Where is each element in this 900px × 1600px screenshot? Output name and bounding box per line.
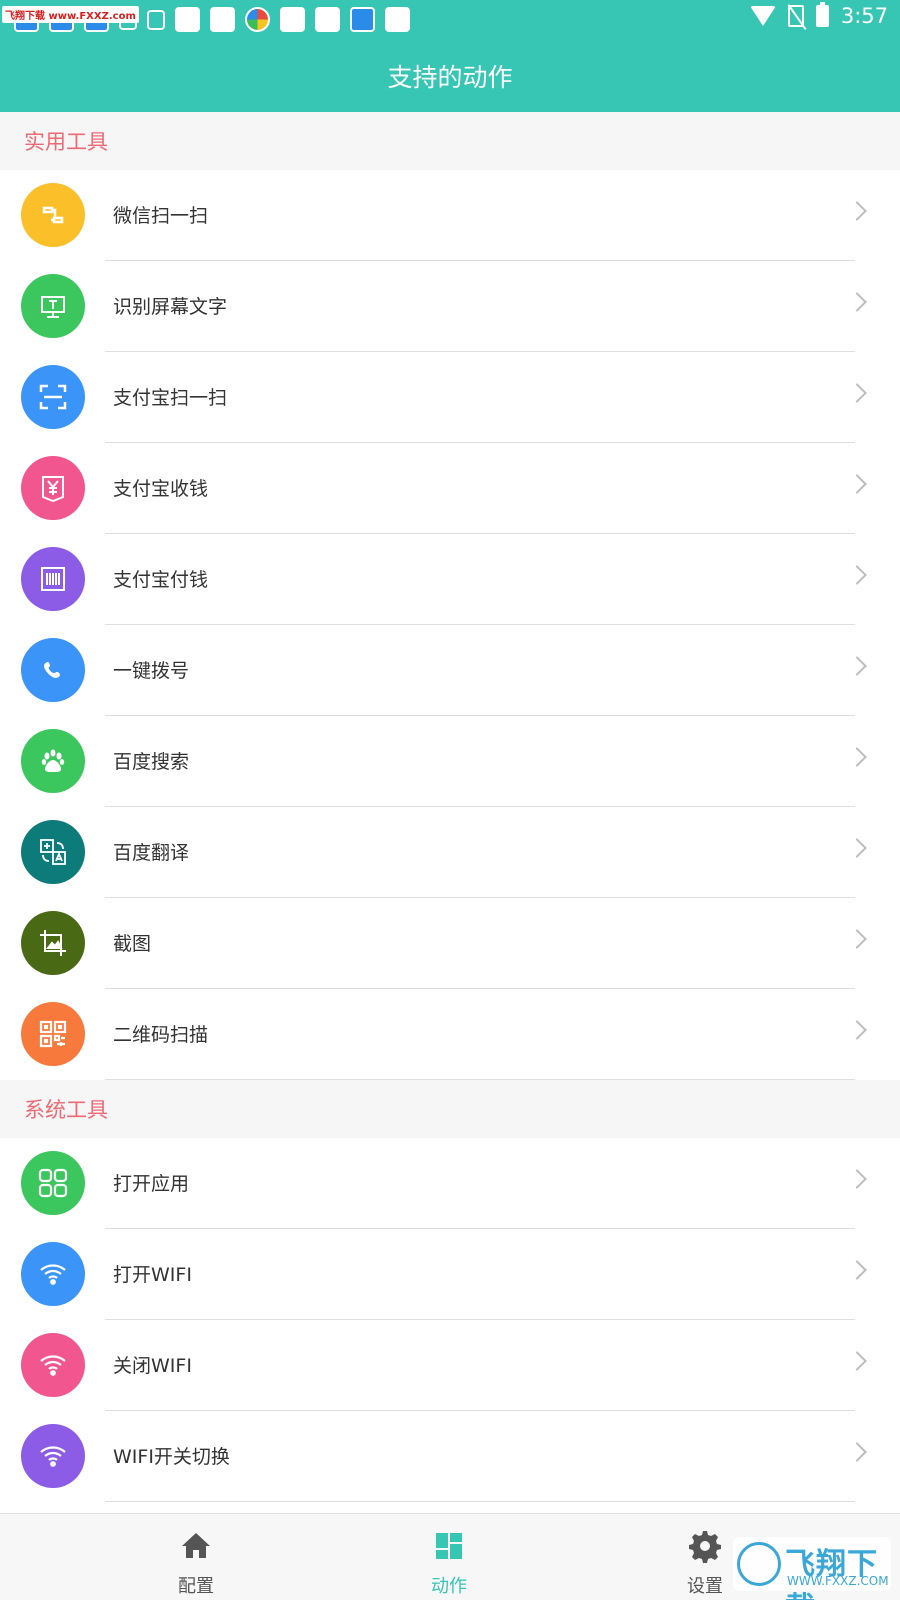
qrcode-icon (21, 1002, 85, 1066)
home-icon (182, 1533, 210, 1558)
action-item-wifi-on[interactable]: 打开WIFI (0, 1229, 900, 1320)
chevron-right-icon (847, 1351, 867, 1371)
nav-label: 配置 (178, 1576, 214, 1597)
translate-icon (21, 820, 85, 884)
wifi-icon (21, 1424, 85, 1488)
chevron-right-icon (847, 1442, 867, 1462)
section-title: 系统工具 (24, 1098, 108, 1122)
app-store-icon (245, 7, 270, 32)
chevron-right-icon (847, 747, 867, 767)
watermark-logo-icon (737, 1542, 781, 1586)
action-label: 截图 (113, 933, 152, 955)
gear-icon (689, 1531, 721, 1563)
action-item-alipay-receive[interactable]: 支付宝收钱 (0, 443, 900, 534)
action-item-alipay-pay[interactable]: 支付宝付钱 (0, 534, 900, 625)
nav-label: 动作 (431, 1576, 467, 1597)
nav-tab-config[interactable]: 配置 (116, 1514, 276, 1600)
app-notification-icon (315, 7, 340, 32)
phone-rotate-icon (147, 9, 165, 30)
chevron-right-icon (847, 1260, 867, 1280)
action-label: 支付宝付钱 (113, 569, 209, 591)
dashboard-icon (436, 1533, 462, 1559)
wifi-status-icon (749, 6, 776, 26)
chevron-right-icon (847, 292, 867, 312)
app-bar: 支持的动作 (0, 40, 900, 112)
screen-text-icon (21, 274, 85, 338)
action-item-alipay-scan[interactable]: 支付宝扫一扫 (0, 352, 900, 443)
app-notification-icon (280, 7, 305, 32)
chevron-right-icon (847, 929, 867, 949)
paw-icon (21, 729, 85, 793)
video-app-icon (350, 7, 375, 32)
action-label: WIFI开关切换 (113, 1446, 230, 1468)
app-notification-icon (175, 7, 200, 32)
action-item-wechat-scan[interactable]: 微信扫一扫 (0, 170, 900, 261)
page-title: 支持的动作 (387, 63, 513, 92)
watermark-domain: WWW.FXXZ.COM (787, 1574, 889, 1588)
action-item-dial[interactable]: 一键拨号 (0, 625, 900, 716)
clock: 3:57 (840, 4, 888, 28)
watermark-text: 飞翔下载 (785, 1547, 878, 1600)
action-item-wifi-off[interactable]: 关闭WIFI (0, 1320, 900, 1411)
chevron-right-icon (847, 1020, 867, 1040)
action-item-wifi-toggle[interactable]: WIFI开关切换 (0, 1411, 900, 1502)
chevron-right-icon (847, 383, 867, 403)
chevron-right-icon (847, 474, 867, 494)
barcode-icon (21, 547, 85, 611)
watermark-logo: 飞翔下载 WWW.FXXZ.COM (733, 1537, 891, 1600)
scan-frame-icon (21, 365, 85, 429)
status-bar: 飞翔下载 www.FXXZ.com 3:57 (0, 0, 900, 40)
section-header-utility: 实用工具 (0, 112, 900, 170)
chevron-right-icon (847, 1169, 867, 1189)
action-item-open-app[interactable]: 打开应用 (0, 1138, 900, 1229)
chevron-right-icon (847, 565, 867, 585)
action-label: 支付宝扫一扫 (113, 387, 228, 409)
app-notification-icon (210, 7, 235, 32)
action-label: 打开应用 (113, 1173, 190, 1195)
section-title: 实用工具 (24, 130, 108, 154)
action-label: 百度搜索 (113, 751, 190, 773)
action-label: 打开WIFI (113, 1264, 192, 1286)
chevron-right-icon (847, 656, 867, 676)
yuan-receive-icon (21, 456, 85, 520)
action-item-qrcode-scan[interactable]: 二维码扫描 (0, 989, 900, 1080)
battery-charging-icon (815, 2, 829, 27)
chevron-right-icon (847, 201, 867, 221)
action-label: 二维码扫描 (113, 1024, 209, 1046)
action-item-baidu-translate[interactable]: 百度翻译 (0, 807, 900, 898)
action-label: 关闭WIFI (113, 1355, 192, 1377)
nav-tab-actions[interactable]: 动作 (369, 1514, 529, 1600)
action-label: 支付宝收钱 (113, 478, 209, 500)
system-status: 3:57 (749, 2, 888, 28)
app-notification-icon (385, 7, 410, 32)
action-item-screenshot[interactable]: 截图 (0, 898, 900, 989)
action-label: 一键拨号 (113, 660, 190, 682)
action-label: 微信扫一扫 (113, 205, 209, 227)
action-label: 识别屏幕文字 (113, 296, 228, 318)
no-sim-icon (787, 5, 804, 27)
action-item-screen-text[interactable]: 识别屏幕文字 (0, 261, 900, 352)
screenshot-icon (21, 911, 85, 975)
chevron-right-icon (847, 838, 867, 858)
phone-icon (21, 638, 85, 702)
section-header-system: 系统工具 (0, 1080, 900, 1138)
action-item-baidu-search[interactable]: 百度搜索 (0, 716, 900, 807)
apps-grid-icon (21, 1151, 85, 1215)
action-label: 百度翻译 (113, 842, 190, 864)
wechat-scan-icon (21, 183, 85, 247)
divider (105, 1501, 855, 1502)
watermark-top: 飞翔下载 www.FXXZ.com (2, 6, 139, 23)
wifi-icon (21, 1333, 85, 1397)
wifi-icon (21, 1242, 85, 1306)
